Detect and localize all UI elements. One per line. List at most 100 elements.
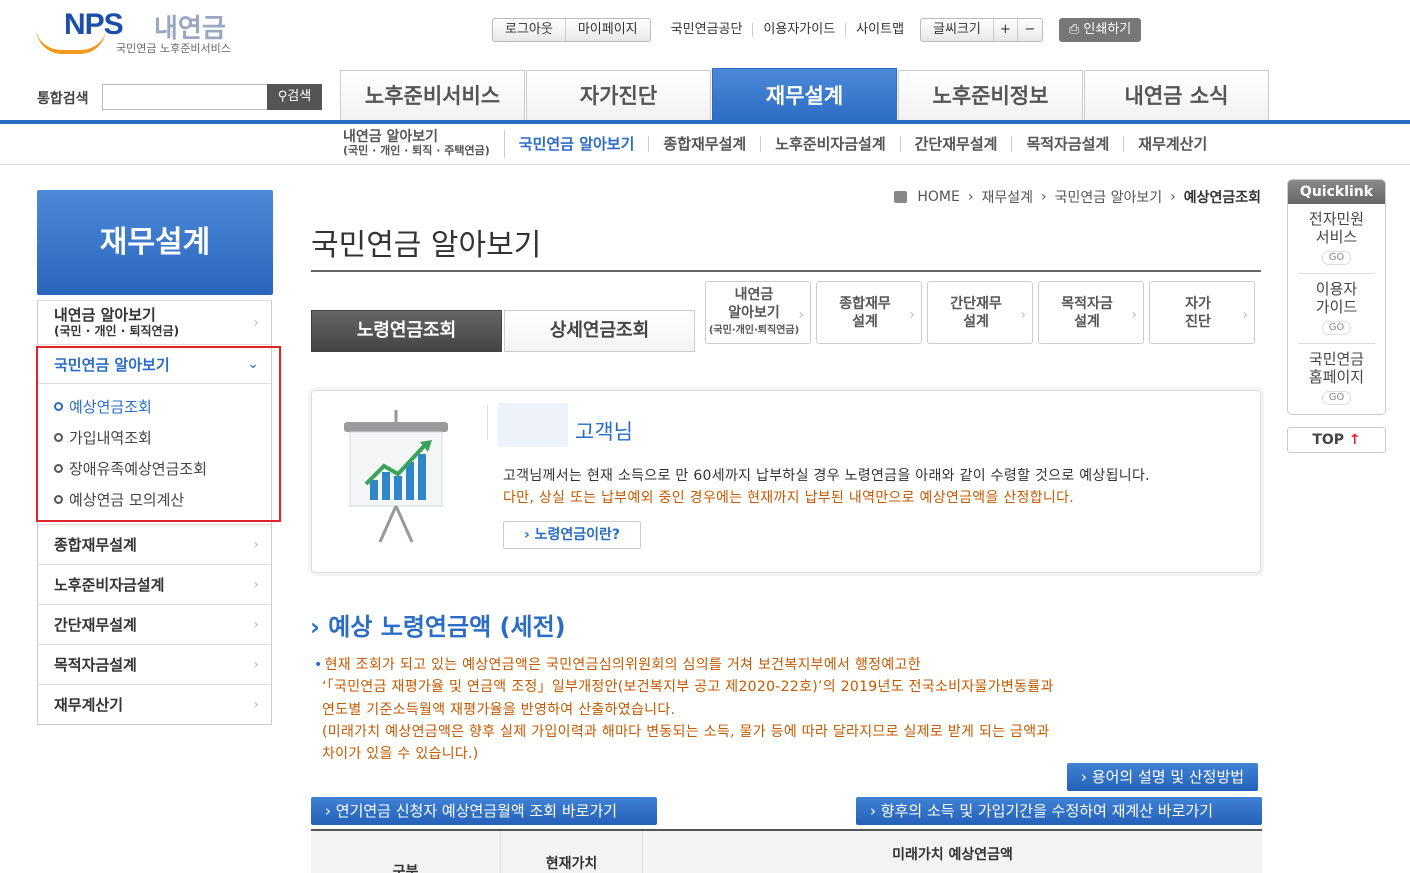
- search-input[interactable]: [102, 84, 268, 110]
- quicklink-e-civil-service[interactable]: 전자민원 서비스 GO: [1298, 204, 1375, 274]
- quick-label: 진단: [1185, 313, 1211, 330]
- breadcrumb-national-pension[interactable]: 국민연금 알아보기: [1055, 187, 1163, 207]
- nps-corp-link[interactable]: 국민연금공단: [661, 23, 754, 37]
- font-decrease-button[interactable]: −: [1018, 19, 1042, 41]
- logo-nps-text: NPS: [64, 8, 124, 41]
- gnb-tab-retirement-service[interactable]: 노후준비서비스: [340, 70, 525, 122]
- chevron-right-icon: ›: [1242, 307, 1248, 323]
- customer-label: 고객님: [575, 420, 633, 444]
- lnb-item-my-pension[interactable]: 내연금 알아보기 (국민 · 개인 · 퇴직연금) ›: [38, 300, 271, 344]
- subnav-national-pension[interactable]: 국민연금 알아보기: [505, 136, 650, 152]
- breadcrumb-separator-icon: ›: [967, 189, 974, 205]
- quick-self-diagnosis-button[interactable]: 자가 진단 ›: [1149, 281, 1255, 344]
- lnb-item-simple-planning[interactable]: 간단재무설계 ›: [38, 604, 271, 644]
- chevron-right-icon: ›: [253, 656, 259, 673]
- notice-line: ‘「국민연금 재평가율 및 연금액 조정」일부개정안(보건복지부 공고 제202…: [322, 679, 1054, 696]
- quick-label: 종합재무: [839, 295, 891, 312]
- gnb-tab-financial-planning[interactable]: 재무설계: [712, 68, 897, 122]
- quicklink-nps-homepage[interactable]: 국민연금 홈페이지 GO: [1298, 344, 1375, 414]
- chevron-right-icon: ›: [253, 616, 259, 633]
- breadcrumb-home[interactable]: HOME: [917, 189, 959, 205]
- sitemap-link[interactable]: 사이트맵: [846, 23, 914, 37]
- print-button[interactable]: ⎙ 인쇄하기: [1058, 18, 1142, 42]
- presentation-chart-icon: [344, 410, 448, 543]
- search-button[interactable]: ⚲검색: [267, 84, 322, 110]
- lnb-item-purpose-fund[interactable]: 목적자금설계 ›: [38, 644, 271, 684]
- quicklink-user-guide[interactable]: 이용자 가이드 GO: [1298, 274, 1375, 344]
- button-label: 연기연금 신청자 예상연금월액 조회 바로가기: [335, 802, 618, 820]
- old-age-pension-info-button[interactable]: › 노령연금이란?: [503, 521, 641, 549]
- gnb-tab-retirement-info[interactable]: 노후준비정보: [898, 70, 1083, 122]
- tab-old-age-pension[interactable]: 노령연금조회: [311, 310, 502, 352]
- top-button[interactable]: TOP ↑: [1287, 427, 1386, 453]
- lnb-item-sublabel: (국민 · 개인 · 퇴직연금): [54, 323, 180, 338]
- chevron-right-icon: ›: [253, 576, 259, 593]
- chevron-right-icon: ›: [1081, 768, 1092, 786]
- quick-label: 설계: [1074, 313, 1100, 330]
- print-label: 인쇄하기: [1083, 22, 1132, 37]
- subnav-divider: [0, 164, 1410, 165]
- pension-table: 구분 현재가치 미래가치 예상연금액: [311, 829, 1262, 873]
- arrow-up-icon: ↑: [1348, 432, 1361, 448]
- subnav-calculator[interactable]: 재무계산기: [1124, 136, 1221, 152]
- chevron-right-icon: ›: [325, 802, 336, 820]
- subnav-retirement-fund[interactable]: 노후준비자금설계: [761, 136, 901, 152]
- title-divider: [311, 270, 1261, 272]
- search-icon: ⚲: [277, 89, 288, 104]
- search-label: 통합검색: [37, 91, 89, 107]
- quicklink-label: 전자민원: [1308, 210, 1365, 228]
- recalculate-button[interactable]: › 향후의 소득 및 가입기간을 수정하여 재계산 바로가기: [856, 797, 1262, 825]
- button-label: 용어의 설명 및 산정방법: [1091, 768, 1245, 786]
- notice-line: 차이가 있을 수 있습니다.): [322, 746, 479, 763]
- notice-text: • 현재 조회가 되고 있는 예상연금액은 국민연금심의위원회의 심의를 거쳐 보…: [314, 654, 1194, 765]
- quick-my-pension-button[interactable]: 내연금 알아보기 (국민·개인·퇴직연금) ›: [705, 281, 811, 344]
- chevron-right-icon: ›: [253, 315, 259, 331]
- font-increase-button[interactable]: +: [994, 19, 1018, 41]
- subnav-my-pension-label: 내연금 알아보기: [343, 129, 439, 145]
- notice-line: • 현재 조회가 되고 있는 예상연금액은 국민연금심의위원회의 심의를 거쳐 보…: [314, 654, 1194, 676]
- gnb-tab-self-diagnosis[interactable]: 자가진단: [526, 70, 711, 122]
- lnb-item-retirement-fund[interactable]: 노후준비자금설계 ›: [38, 564, 271, 604]
- quick-buttons: 내연금 알아보기 (국민·개인·퇴직연금) › 종합재무 설계 › 간단재무 설계 › 목적자…: [705, 281, 1255, 344]
- chevron-right-icon: ›: [909, 307, 915, 323]
- quick-simple-planning-button[interactable]: 간단재무 설계 ›: [927, 281, 1033, 344]
- gnb-tab-pension-news[interactable]: 내연금 소식: [1084, 70, 1269, 122]
- lnb-item-calculator[interactable]: 재무계산기 ›: [38, 684, 271, 724]
- quick-purpose-fund-button[interactable]: 목적자금 설계 ›: [1038, 281, 1144, 344]
- subnav-simple-planning[interactable]: 간단재무설계: [901, 136, 1013, 152]
- quicklink-label: 서비스: [1315, 228, 1358, 246]
- quicklink-label: 홈페이지: [1308, 368, 1365, 386]
- quicklink-label: 국민연금: [1308, 350, 1365, 368]
- subnav-total-planning[interactable]: 종합재무설계: [649, 136, 762, 152]
- info-text-note: 다만, 상실 또는 납부예외 중인 경우에는 현재까지 납부된 내역만으로 예상…: [503, 490, 1075, 506]
- info-text-main: 고객님께서는 현재 소득으로 만 60세까지 납부하실 경우 노령연금을 아래와…: [503, 468, 1150, 484]
- quick-total-planning-button[interactable]: 종합재무 설계 ›: [816, 281, 922, 344]
- chevron-right-icon: ›: [1131, 307, 1137, 323]
- breadcrumb-current: 예상연금조회: [1183, 190, 1261, 206]
- quick-label: 설계: [852, 313, 878, 330]
- quick-label: 내연금: [734, 286, 774, 303]
- terms-explanation-button[interactable]: › 용어의 설명 및 산정방법: [1067, 763, 1259, 791]
- logo-subtitle: 국민연금 노후준비서비스: [116, 42, 231, 55]
- user-guide-link[interactable]: 이용자가이드: [753, 23, 847, 37]
- quick-label: 자가: [1185, 295, 1211, 312]
- subnav-purpose-fund[interactable]: 목적자금설계: [1012, 136, 1125, 152]
- chevron-right-icon: ›: [798, 307, 804, 323]
- lnb-item-total-planning[interactable]: 종합재무설계 ›: [38, 524, 271, 564]
- delayed-pension-button[interactable]: › 연기연금 신청자 예상연금월액 조회 바로가기: [311, 797, 657, 825]
- button-label: 향후의 소득 및 가입기간을 수정하여 재계산 바로가기: [880, 802, 1213, 820]
- chevron-right-icon: ›: [870, 802, 881, 820]
- utility-bar: 로그아웃 마이페이지 국민연금공단 이용자가이드 사이트맵 글씨크기 + − ⎙…: [492, 17, 1142, 43]
- tab-detailed-pension[interactable]: 상세연금조회: [504, 310, 695, 352]
- utility-links: 국민연금공단 이용자가이드 사이트맵: [661, 23, 914, 37]
- go-badge: GO: [1321, 391, 1352, 405]
- subnav-my-pension[interactable]: 내연금 알아보기 (국민 · 개인 · 퇴직 · 주택연금): [343, 130, 505, 158]
- breadcrumb-financial-planning[interactable]: 재무설계: [981, 187, 1033, 207]
- content-tabs: 노령연금조회 상세연금조회: [311, 310, 697, 352]
- chevron-right-icon: ›: [1020, 307, 1026, 323]
- account-buttons: 로그아웃 마이페이지: [492, 18, 651, 42]
- nps-logo[interactable]: NPS 내연금 국민연금 노후준비서비스: [36, 6, 246, 58]
- logout-button[interactable]: 로그아웃: [493, 19, 566, 41]
- lnb-item-label: 간단재무설계: [54, 616, 137, 634]
- mypage-button[interactable]: 마이페이지: [566, 19, 650, 41]
